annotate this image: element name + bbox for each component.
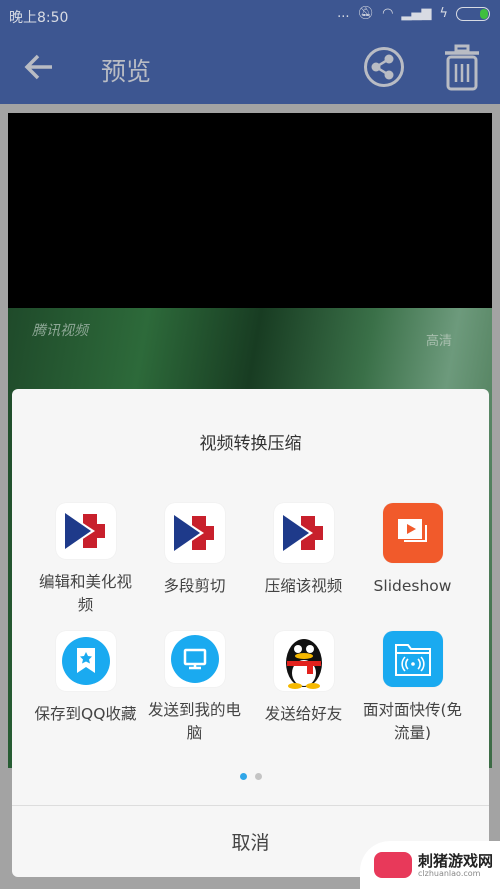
option-send-to-friend[interactable]: 发送给好友	[249, 631, 358, 745]
video-editor-app-icon	[164, 503, 225, 563]
face-to-face-transfer-icon	[382, 631, 443, 687]
slideshow-icon	[382, 503, 443, 563]
status-icons: ... 🔕︎ ◠ ▂▄▆ ϟ	[337, 6, 490, 21]
share-dialog: 视频转换压缩 编辑和美化视频 多段剪切 压缩该视频 Slideshow 保存到Q…	[12, 389, 489, 877]
option-compress-video[interactable]: 压缩该视频	[249, 503, 358, 617]
qq-favorite-icon	[55, 631, 116, 691]
page-dot[interactable]	[254, 773, 262, 780]
status-time: 晚上8:50	[9, 10, 69, 26]
video-quality: 高清	[425, 334, 452, 349]
video-editor-app-icon	[273, 503, 334, 563]
wifi-icon: ◠	[382, 6, 394, 21]
share-icon[interactable]	[363, 46, 405, 88]
site-watermark: 刺猪游戏网 clzhuanlao.com	[360, 841, 500, 889]
option-save-qq-favorites[interactable]: 保存到QQ收藏	[31, 631, 140, 745]
battery-icon	[456, 6, 490, 21]
video-editor-app-icon	[55, 503, 116, 559]
option-edit-video[interactable]: 编辑和美化视频	[31, 503, 140, 617]
option-slideshow[interactable]: Slideshow	[358, 503, 467, 617]
dialog-title: 视频转换压缩	[199, 434, 302, 454]
app-grid: 编辑和美化视频 多段剪切 压缩该视频 Slideshow 保存到QQ收藏 发送到…	[31, 503, 471, 745]
trash-icon[interactable]	[444, 44, 480, 92]
option-send-to-computer[interactable]: 发送到我的电脑	[140, 631, 249, 745]
page-dot-active[interactable]	[239, 773, 247, 780]
option-multi-cut[interactable]: 多段剪切	[140, 503, 249, 617]
video-watermark: 腾讯视频	[32, 323, 88, 339]
page-title: 预览	[101, 57, 152, 86]
signal-icon: ▂▄▆	[401, 6, 432, 21]
mute-bell-icon: 🔕︎	[357, 6, 375, 21]
status-bar: 晚上8:50 ... 🔕︎ ◠ ▂▄▆ ϟ	[0, 0, 500, 32]
arrow-left-icon[interactable]	[22, 50, 56, 84]
page-indicator	[12, 773, 489, 780]
qq-penguin-icon	[273, 631, 334, 691]
option-face-to-face-transfer[interactable]: 面对面快传(免流量)	[358, 631, 467, 745]
site-logo-icon	[374, 852, 412, 878]
send-to-computer-icon	[164, 631, 225, 687]
charging-icon: ϟ	[439, 6, 448, 21]
more-icon: ...	[337, 6, 350, 21]
app-bar: 预览	[0, 32, 500, 104]
